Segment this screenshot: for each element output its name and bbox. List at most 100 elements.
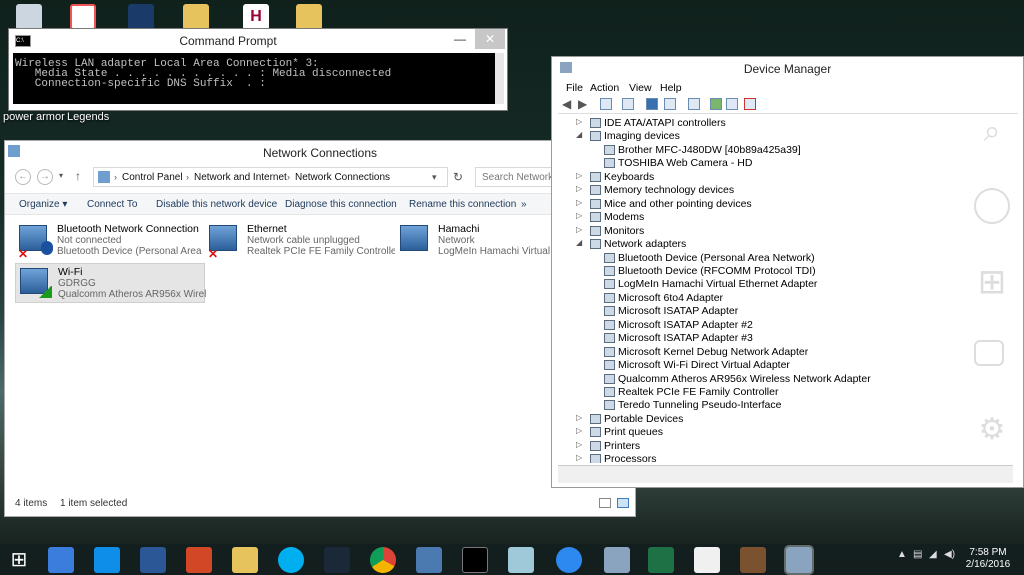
recent-dropdown-icon[interactable]: ▾ xyxy=(59,171,63,180)
skype-icon[interactable] xyxy=(278,547,304,573)
recycle-bin-icon[interactable] xyxy=(16,4,42,30)
app-icon-2[interactable] xyxy=(128,4,154,30)
search-icon[interactable]: ⌕ xyxy=(974,114,1010,150)
chevron-down-icon[interactable]: ▾ xyxy=(432,172,437,183)
minecraft-icon[interactable] xyxy=(740,547,766,573)
menu-file[interactable]: File xyxy=(566,82,583,94)
menu-action[interactable]: Action xyxy=(590,82,619,94)
more-commands-button[interactable]: » xyxy=(521,199,527,210)
remote-desktop-icon[interactable] xyxy=(416,547,442,573)
uninstall-icon[interactable] xyxy=(744,98,756,110)
title-bar[interactable]: Device Manager xyxy=(552,57,1023,79)
network-connections-window[interactable]: Network Connections ← → ▾ ↑ › Control Pa… xyxy=(4,140,636,517)
powerpoint-icon[interactable] xyxy=(186,547,212,573)
network-app-icon[interactable] xyxy=(556,547,582,573)
collapsed-arrow-icon[interactable]: ▷ xyxy=(576,198,582,207)
rename-button[interactable]: Rename this connection xyxy=(409,199,516,210)
start-button-icon[interactable]: ⊞ xyxy=(6,547,32,573)
connection-wifi[interactable]: Wi-Fi GDRGG Qualcomm Atheros AR956x Wire… xyxy=(15,263,206,303)
address-bar[interactable]: › Control Panel › Network and Internet ›… xyxy=(93,167,448,187)
folder-icon-2[interactable] xyxy=(296,4,322,30)
title-bar[interactable]: C:\ Command Prompt — ✕ xyxy=(9,29,507,53)
command-prompt-window[interactable]: C:\ Command Prompt — ✕ Wireless LAN adap… xyxy=(8,28,508,111)
collapsed-arrow-icon[interactable]: ▷ xyxy=(576,171,582,180)
diagnose-button[interactable]: Diagnose this connection xyxy=(285,199,397,210)
disable-device-icon[interactable] xyxy=(726,98,738,110)
chevron-up-icon[interactable]: ▲ xyxy=(897,549,907,560)
excel-icon[interactable] xyxy=(648,547,674,573)
collapsed-arrow-icon[interactable]: ▷ xyxy=(576,426,582,435)
google-app-icon[interactable] xyxy=(48,547,74,573)
title-bar[interactable]: Network Connections xyxy=(5,141,635,163)
network-tray-icon[interactable]: ▤ xyxy=(913,549,922,560)
back-icon[interactable]: ← xyxy=(15,169,31,185)
notes-icon[interactable] xyxy=(508,547,534,573)
hamachi-doc-icon[interactable]: H xyxy=(243,4,269,30)
tree-label: Keyboards xyxy=(604,170,655,183)
share-icon[interactable] xyxy=(974,188,1010,224)
settings-icon[interactable]: ⚙ xyxy=(974,412,1010,448)
device-manager-window[interactable]: Device Manager File Action View Help ◀ ▶… xyxy=(551,56,1024,488)
organize-menu[interactable]: Organize ▾ xyxy=(19,199,67,210)
device-icon xyxy=(604,360,615,371)
connection-hamachi[interactable]: Hamachi Network LogMeIn Hamachi Virtual … xyxy=(396,221,556,261)
collapsed-arrow-icon[interactable]: ▷ xyxy=(576,225,582,234)
view-icon[interactable] xyxy=(664,98,676,110)
vertical-scrollbar[interactable] xyxy=(495,53,504,104)
app-icon-1[interactable] xyxy=(70,4,96,30)
word-icon[interactable] xyxy=(140,547,166,573)
tiles-view-icon[interactable] xyxy=(617,498,629,508)
teamviewer-icon[interactable] xyxy=(94,547,120,573)
scan-hardware-icon[interactable] xyxy=(688,98,700,110)
connect-to-button[interactable]: Connect To xyxy=(87,199,137,210)
refresh-icon[interactable]: ↻ xyxy=(453,170,463,184)
breadcrumb-network-connections[interactable]: Network Connections xyxy=(295,172,390,183)
help-icon[interactable] xyxy=(646,98,658,110)
device-icon xyxy=(590,131,601,142)
forward-icon[interactable]: → xyxy=(37,169,53,185)
expanded-arrow-icon[interactable]: ◢ xyxy=(576,130,582,139)
update-driver-icon[interactable] xyxy=(710,98,722,110)
java-icon[interactable] xyxy=(694,547,720,573)
desktop-label-power-armor[interactable]: power armor xyxy=(3,111,65,123)
breadcrumb-control-panel[interactable]: Control Panel xyxy=(122,172,183,183)
collapsed-arrow-icon[interactable]: ▷ xyxy=(576,184,582,193)
collapsed-arrow-icon[interactable]: ▷ xyxy=(576,453,582,462)
console-output[interactable]: Wireless LAN adapter Local Area Connecti… xyxy=(13,53,495,104)
menu-view[interactable]: View xyxy=(629,82,652,94)
close-icon[interactable]: ✕ xyxy=(475,29,505,49)
calculator-icon[interactable] xyxy=(604,547,630,573)
collapsed-arrow-icon[interactable]: ▷ xyxy=(576,211,582,220)
cmd-taskbar-icon[interactable] xyxy=(462,547,488,573)
clock[interactable]: 7:58 PM 2/16/2016 xyxy=(958,547,1018,571)
menu-help[interactable]: Help xyxy=(660,82,682,94)
forward-arrow-icon[interactable]: ▶ xyxy=(578,97,587,111)
collapsed-arrow-icon[interactable]: ▷ xyxy=(576,413,582,422)
connection-ethernet[interactable]: ✕ Ethernet Network cable unplugged Realt… xyxy=(205,221,395,261)
breadcrumb-network-and-internet[interactable]: Network and Internet xyxy=(194,172,287,183)
steam-icon[interactable] xyxy=(324,547,350,573)
chrome-icon[interactable] xyxy=(370,547,396,573)
horizontal-scrollbar[interactable] xyxy=(558,465,1013,483)
device-icon xyxy=(604,144,615,155)
show-hide-icon[interactable] xyxy=(622,98,634,110)
minimize-icon[interactable]: — xyxy=(445,29,475,49)
back-arrow-icon[interactable]: ◀ xyxy=(562,97,571,111)
collapsed-arrow-icon[interactable]: ▷ xyxy=(576,117,582,126)
collapsed-arrow-icon[interactable]: ▷ xyxy=(576,440,582,449)
folder-icon[interactable] xyxy=(183,4,209,30)
device-manager-taskbar-icon[interactable] xyxy=(784,545,814,575)
devices-icon[interactable] xyxy=(974,340,1004,366)
wifi-tray-icon[interactable]: ◢ xyxy=(929,549,937,560)
properties-icon[interactable] xyxy=(600,98,612,110)
connection-bluetooth[interactable]: ✕ Bluetooth Network Connection Not conne… xyxy=(15,221,205,261)
start-icon[interactable]: ⊞ xyxy=(974,264,1010,300)
device-tree[interactable]: ▷ IDE ATA/ATAPI controllers ◢ Imaging devic… xyxy=(558,117,1013,463)
desktop-label-legends[interactable]: Legends xyxy=(67,111,109,123)
volume-icon[interactable]: ◀) xyxy=(944,549,955,560)
expanded-arrow-icon[interactable]: ◢ xyxy=(576,238,582,247)
details-view-icon[interactable] xyxy=(599,498,611,508)
up-icon[interactable]: ↑ xyxy=(75,169,81,183)
disable-device-button[interactable]: Disable this network device xyxy=(156,199,277,210)
file-explorer-icon[interactable] xyxy=(232,547,258,573)
